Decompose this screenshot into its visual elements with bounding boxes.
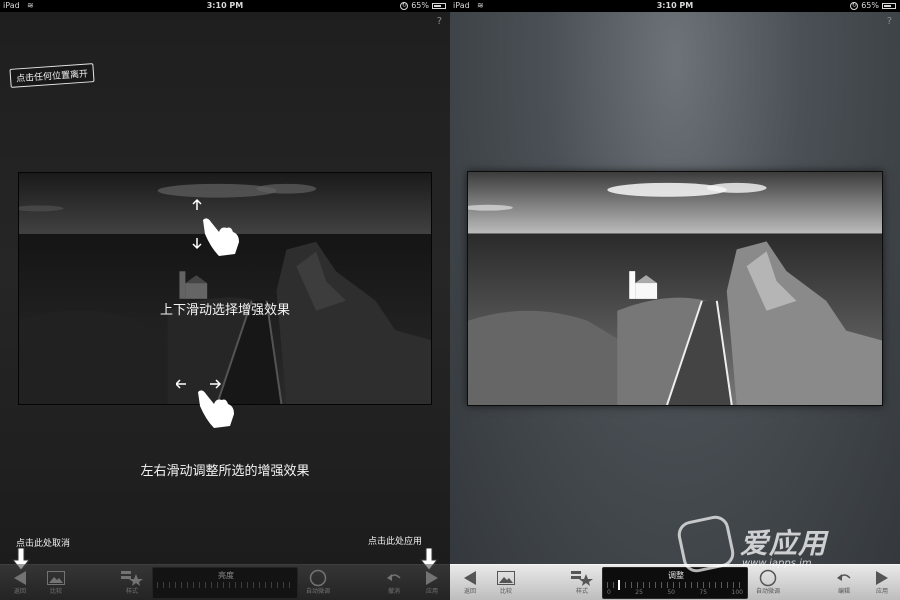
clock: 3:10 PM [206,1,244,10]
style-star-icon [562,568,602,588]
compare-label: 比较 [499,588,512,595]
watermark: 爱应用 www.iapps.im [675,513,880,578]
iapps-logo-icon [675,513,737,575]
rotation-lock-icon: ↻ [850,2,859,10]
bottom-toolbar: 返回 比较 样式 亮度 自动微调 撤消 应用 [0,564,450,600]
undo-icon [374,568,414,588]
back-triangle-icon [450,568,490,588]
status-bar: iPad ≋ 3:10 PM ↻ 65% [0,0,450,12]
help-button[interactable]: ? [887,16,892,27]
apply-label: 应用 [875,588,888,595]
photo-preview-edited [467,171,883,406]
help-button[interactable]: ? [437,16,442,27]
apply-button[interactable]: 应用 [412,568,450,600]
slider-tick-label: 75 [699,589,708,596]
back-button[interactable]: 返回 [0,568,40,600]
rotation-lock-icon: ↻ [400,2,409,10]
style-label: 样式 [575,588,588,595]
adjust-slider[interactable]: 亮度 [152,567,298,599]
battery-area: ↻ 65% [400,0,446,12]
image-icon [486,568,526,588]
vertical-swipe-hint: 上下滑动选择增强效果 [159,303,290,318]
edit-label: 编辑 [837,588,850,595]
style-label: 样式 [125,588,138,595]
auto-adjust-button[interactable]: 自动微调 [298,568,338,600]
swipe-vertical-hand-icon [185,198,245,258]
back-triangle-icon [0,568,40,588]
undo-button[interactable]: 撤消 [374,568,414,600]
back-label: 返回 [13,588,26,595]
watermark-url: www.iapps.im [742,558,812,569]
slider-ticks: 0 25 50 75 100 [607,585,743,596]
battery-percent: 65% [411,1,429,10]
battery-area: ↻ 65% [850,0,896,12]
dismiss-tip[interactable]: 点击任何位置离开 [9,63,95,88]
apply-label: 应用 [425,588,438,595]
image-icon [36,568,76,588]
battery-percent: 65% [861,1,879,10]
undo-label: 撤消 [387,588,400,595]
slider-title: 亮度 [218,571,234,580]
swipe-horizontal-hand-icon [174,378,236,438]
tutorial-screen[interactable]: iPad ≋ 3:10 PM ↻ 65% ? 点击任何位置离开 上下滑动选择增强… [0,0,450,600]
compare-button[interactable]: 比较 [486,568,526,600]
slider-tick-label: 100 [731,589,743,596]
style-button[interactable]: 样式 [562,568,602,600]
slider-scale [157,582,293,588]
lighthouse-photo [468,172,882,405]
style-star-icon [112,568,152,588]
status-bar: iPad ≋ 3:10 PM ↻ 65% [450,0,900,12]
circle-icon [298,568,338,588]
auto-adjust-label: 自动微调 [755,588,780,595]
slider-tick-label: 25 [635,589,643,596]
watermark-brand: 爱应用 [740,527,828,560]
battery-icon [882,3,896,9]
horizontal-swipe-hint: 左右滑动调整所选的增强效果 [140,464,310,479]
back-label: 返回 [463,588,476,595]
slider-tick-label: 0 [607,589,611,596]
slider-tick-label: 50 [667,589,675,596]
back-button[interactable]: 返回 [450,568,490,600]
apply-tip: 点击此处应用 [368,537,423,547]
apply-triangle-icon [412,568,450,588]
compare-button[interactable]: 比较 [36,568,76,600]
battery-icon [432,3,446,9]
style-button[interactable]: 样式 [112,568,152,600]
auto-adjust-label: 自动微调 [305,588,330,595]
clock: 3:10 PM [656,1,694,10]
compare-label: 比较 [49,588,62,595]
